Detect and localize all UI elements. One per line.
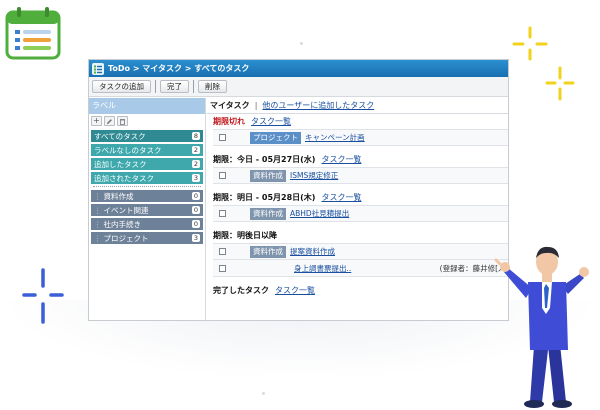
task-row: 資料作成 ABHD社見積提出 [213, 205, 508, 222]
presenter-illustration [494, 246, 589, 408]
label-name: ラベルなしのタスク [94, 145, 162, 155]
decorative-dot [262, 392, 265, 395]
drag-handle-icon[interactable]: ⋮ [94, 234, 102, 243]
label-count: 0 [192, 220, 200, 228]
label-count: 3 [192, 234, 200, 242]
today-title: 期限：今日 - 05月27日(水) [213, 155, 316, 164]
task-title-link[interactable]: 身上調書票提出.. [294, 263, 351, 274]
task-title-link[interactable]: キャンペーン計画 [305, 132, 365, 143]
todo-logo-icon [92, 62, 104, 75]
task-checkbox[interactable] [219, 248, 226, 255]
task-checkbox[interactable] [219, 210, 226, 217]
label-name: すべてのタスク [94, 131, 146, 141]
label-count: 3 [192, 174, 200, 182]
label-count: 0 [192, 192, 200, 200]
delete-button[interactable]: 削除 [198, 80, 227, 93]
sidebar-tools: + [89, 114, 205, 128]
completed-title: 完了したタスク [213, 286, 269, 295]
label-sidebar: ラベル + すべてのタスク 8 ラベルなしのタスク 2 追加したタスク 2 追加… [89, 98, 206, 320]
task-label-tag: 資料作成 [250, 207, 286, 220]
sidebar-header: ラベル [89, 98, 205, 114]
drag-handle-icon[interactable]: ⋮ [94, 206, 102, 215]
tab-tasks-for-others[interactable]: 他のユーザーに追加したタスク [262, 100, 374, 111]
label-name: プロジェクト [103, 233, 149, 243]
complete-button[interactable]: 完了 [160, 80, 189, 93]
label-unlabeled-tasks[interactable]: ラベルなしのタスク 2 [91, 144, 203, 156]
tab-my-tasks[interactable]: マイタスク [210, 100, 250, 111]
today-task-list-link[interactable]: タスク一覧 [321, 154, 361, 165]
tab-separator: | [254, 101, 258, 110]
view-tabs: マイタスク | 他のユーザーに追加したタスク [207, 98, 508, 114]
task-title-link[interactable]: ABHD社見積提出 [290, 208, 349, 219]
task-row: 資料作成 提案資料作成 [213, 243, 508, 260]
label-internal-procedures[interactable]: ⋮ 社内手続き 0 [91, 218, 203, 230]
label-name: 社内手続き [103, 219, 142, 229]
overdue-title: 期限切れ [213, 117, 245, 126]
label-name: イベント関連 [103, 205, 149, 215]
decorative-dot [300, 42, 303, 45]
label-name: 追加したタスク [94, 159, 147, 169]
label-name: 追加されたタスク [94, 173, 154, 183]
label-added-tasks[interactable]: 追加したタスク 2 [91, 158, 203, 170]
later-section-header: 期限：明後日以降 [207, 228, 508, 243]
task-checkbox[interactable] [219, 172, 226, 179]
label-list: すべてのタスク 8 ラベルなしのタスク 2 追加したタスク 2 追加されたタスク… [89, 128, 205, 244]
trash-icon[interactable] [117, 116, 128, 126]
edit-icon[interactable] [104, 116, 115, 126]
drag-handle-icon[interactable]: ⋮ [94, 220, 102, 229]
breadcrumb: ToDo > マイタスク > すべてのタスク [108, 64, 250, 73]
overdue-task-list-link[interactable]: タスク一覧 [251, 116, 291, 127]
task-row: プロジェクト キャンペーン計画 [213, 129, 508, 146]
task-title-link[interactable]: 提案資料作成 [290, 246, 335, 257]
label-name: 資料作成 [103, 191, 134, 201]
toolbar-divider [155, 80, 156, 93]
task-title-link[interactable]: ISMS規定修正 [290, 170, 338, 181]
add-icon[interactable]: + [91, 116, 102, 126]
label-all-tasks[interactable]: すべてのタスク 8 [91, 130, 203, 142]
todo-app-window: ToDo > マイタスク > すべてのタスク タスクの追加 完了 削除 ラベル … [88, 59, 509, 321]
label-count: 8 [192, 132, 200, 140]
task-label-tag: 資料作成 [250, 245, 286, 258]
blue-sparkle-icon [22, 268, 64, 324]
completed-task-list-link[interactable]: タスク一覧 [275, 285, 315, 296]
toolbar-divider [193, 80, 194, 93]
tomorrow-section-header: 期限：明日 - 05月28日(木) タスク一覧 [207, 190, 508, 205]
yellow-sparkle-icon [512, 26, 548, 61]
overdue-section-header: 期限切れ タスク一覧 [207, 114, 508, 129]
label-events[interactable]: ⋮ イベント関連 0 [91, 204, 203, 216]
toolbar: タスクの追加 完了 削除 [89, 77, 508, 97]
tomorrow-task-list-link[interactable]: タスク一覧 [321, 192, 361, 203]
task-checkbox[interactable] [219, 134, 226, 141]
completed-section-header: 完了したタスク タスク一覧 [207, 283, 508, 298]
add-task-button[interactable]: タスクの追加 [92, 80, 151, 93]
label-divider [93, 186, 201, 187]
label-count: 0 [192, 206, 200, 214]
label-materials[interactable]: ⋮ 資料作成 0 [91, 190, 203, 202]
label-project[interactable]: ⋮ プロジェクト 3 [91, 232, 203, 244]
task-row: 資料作成 ISMS規定修正 [213, 167, 508, 184]
yellow-sparkle-icon [545, 66, 575, 101]
task-row: 身上調書票提出.. (登録者：藤井修[人事総務 [213, 260, 508, 277]
label-count: 2 [192, 160, 200, 168]
label-assigned-tasks[interactable]: 追加されたタスク 3 [91, 172, 203, 184]
calendar-app-icon [5, 6, 61, 60]
today-section-header: 期限：今日 - 05月27日(水) タスク一覧 [207, 152, 508, 167]
task-label-tag: 資料作成 [250, 169, 286, 182]
task-checkbox[interactable] [219, 264, 226, 272]
drag-handle-icon[interactable]: ⋮ [94, 192, 102, 201]
task-main-panel: マイタスク | 他のユーザーに追加したタスク 期限切れ タスク一覧 プロジェクト… [207, 98, 508, 320]
task-label-tag: プロジェクト [250, 131, 301, 144]
tomorrow-title: 期限：明日 - 05月28日(木) [213, 193, 316, 202]
later-title: 期限：明後日以降 [213, 231, 277, 240]
title-bar: ToDo > マイタスク > すべてのタスク [89, 60, 508, 77]
label-count: 2 [192, 146, 200, 154]
